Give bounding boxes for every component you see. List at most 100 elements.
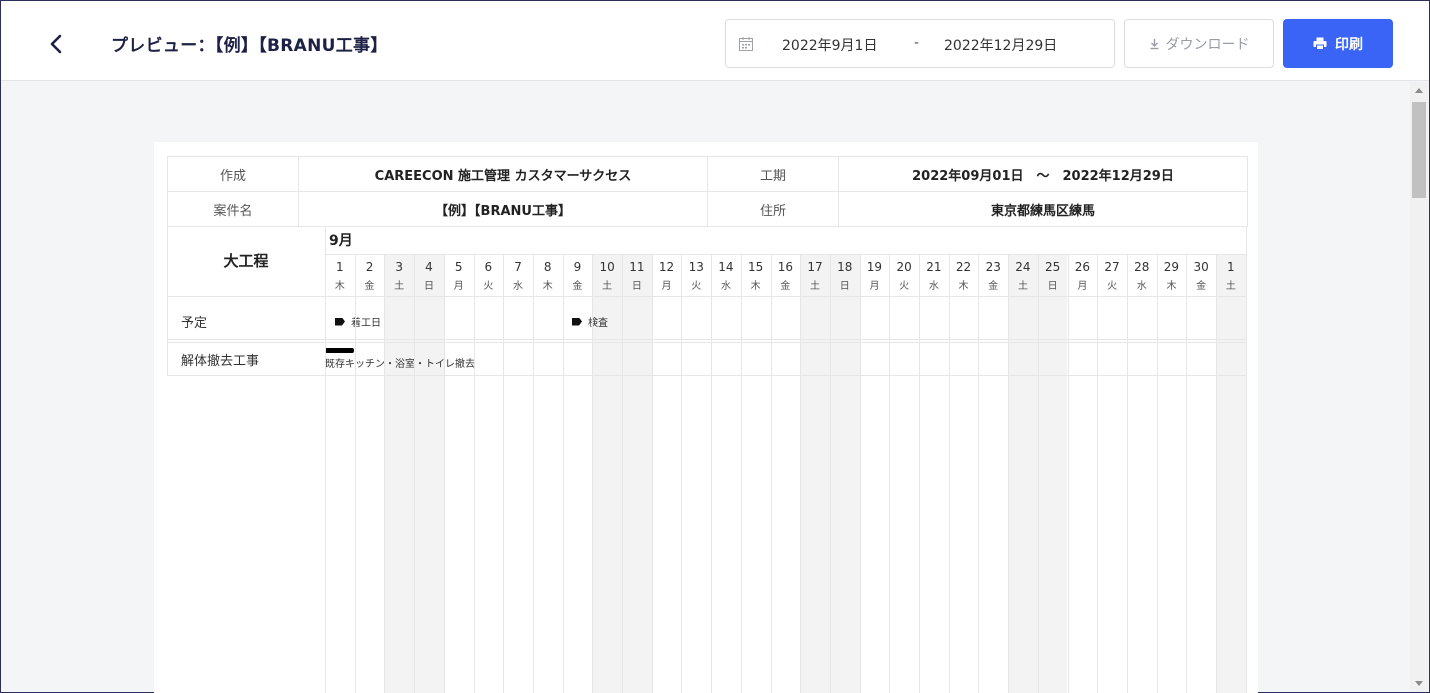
task-bar-label: 既存キッチン・浴室・トイレ撤去 bbox=[325, 359, 475, 370]
day-column-line bbox=[770, 254, 772, 693]
big-process-header: 大工程 bbox=[223, 252, 269, 270]
date-to-input[interactable]: 2022年12月29日 bbox=[944, 35, 1057, 55]
grid-line bbox=[167, 342, 1247, 343]
day-column-line bbox=[859, 254, 861, 693]
day-number: 7 bbox=[514, 260, 522, 274]
download-button[interactable]: ダウンロード bbox=[1124, 19, 1274, 68]
preview-paper: 作成 CAREECON 施工管理 カスタマーサクセス 工期 2022年09月01… bbox=[154, 142, 1258, 693]
day-of-week: 金 bbox=[1196, 281, 1207, 292]
day-number: 5 bbox=[454, 260, 463, 274]
milestone-inspection-label: 検査 bbox=[588, 318, 608, 329]
day-of-week: 水 bbox=[720, 281, 731, 292]
day-number: 26 bbox=[1074, 260, 1090, 274]
calendar-icon bbox=[739, 37, 753, 51]
day-column-line bbox=[681, 254, 683, 693]
print-button[interactable]: 印刷 bbox=[1283, 19, 1393, 68]
creator-value: CAREECON 施工管理 カスタマーサクセス bbox=[298, 156, 708, 192]
scroll-up-arrow-icon[interactable] bbox=[1415, 88, 1423, 93]
day-number: 1 bbox=[1227, 260, 1235, 274]
day-column-line bbox=[1186, 254, 1188, 693]
day-column-line bbox=[473, 254, 475, 693]
day-number: 16 bbox=[777, 260, 793, 274]
creator-label: 作成 bbox=[167, 156, 299, 192]
day-column-line bbox=[1008, 254, 1010, 693]
day-of-week: 火 bbox=[691, 281, 702, 292]
day-of-week: 水 bbox=[1136, 281, 1147, 292]
grid-line bbox=[325, 254, 1247, 255]
day-number: 3 bbox=[395, 260, 404, 274]
grid-line bbox=[167, 339, 1247, 340]
day-number: 22 bbox=[955, 260, 972, 274]
day-column-line bbox=[800, 254, 802, 693]
printer-icon bbox=[1313, 37, 1327, 50]
grid-line bbox=[167, 375, 1247, 376]
date-from-input[interactable]: 2022年9月1日 bbox=[782, 35, 877, 55]
day-number: 15 bbox=[748, 260, 764, 274]
day-number: 9 bbox=[573, 260, 582, 274]
day-of-week: 金 bbox=[780, 281, 791, 292]
download-label: ダウンロード bbox=[1165, 36, 1250, 53]
day-column-line bbox=[711, 254, 713, 693]
weekend-column bbox=[1037, 254, 1068, 693]
scrollbar-thumb[interactable] bbox=[1412, 102, 1426, 198]
task-bar[interactable] bbox=[325, 348, 354, 353]
day-column-line bbox=[443, 254, 445, 693]
day-column-line bbox=[354, 254, 356, 693]
day-of-week: 月 bbox=[1077, 281, 1088, 292]
vertical-scrollbar[interactable] bbox=[1410, 82, 1428, 692]
project-info-table: 作成 CAREECON 施工管理 カスタマーサクセス 工期 2022年09月01… bbox=[167, 156, 1248, 227]
day-number: 23 bbox=[985, 260, 1001, 274]
weekend-column bbox=[1008, 254, 1038, 693]
day-column-line bbox=[1097, 254, 1099, 693]
day-number: 19 bbox=[866, 260, 883, 274]
day-column-line bbox=[1245, 254, 1247, 693]
day-column-line bbox=[829, 254, 831, 693]
flag-icon bbox=[335, 317, 345, 326]
day-column-line bbox=[503, 254, 505, 693]
scroll-down-arrow-icon[interactable] bbox=[1415, 681, 1423, 686]
day-column-line bbox=[532, 254, 534, 693]
day-number: 1 bbox=[336, 260, 344, 274]
day-number: 13 bbox=[688, 260, 704, 274]
day-number: 12 bbox=[658, 260, 675, 274]
day-of-week: 木 bbox=[542, 281, 553, 292]
period-value: 2022年09月01日 ～ 2022年12月29日 bbox=[838, 156, 1248, 192]
weekend-column bbox=[414, 254, 444, 693]
milestone-start: 着工日 bbox=[335, 314, 381, 329]
day-of-week: 日 bbox=[839, 281, 850, 292]
day-of-week: 土 bbox=[1225, 281, 1236, 292]
day-number: 29 bbox=[1163, 260, 1180, 274]
task-row-label: 解体撤去工事 bbox=[181, 354, 260, 369]
grid-line bbox=[167, 296, 1247, 297]
day-number: 8 bbox=[543, 260, 552, 274]
period-label: 工期 bbox=[707, 156, 839, 192]
weekend-column bbox=[829, 254, 860, 693]
day-number: 20 bbox=[896, 260, 912, 274]
header-bar: プレビュー：【例】【BRANU工事】 2022年9月1日 - 2022年12月2… bbox=[1, 1, 1429, 81]
day-column-line bbox=[740, 254, 742, 693]
day-of-week: 木 bbox=[334, 281, 345, 292]
weekend-column bbox=[384, 254, 415, 693]
month-label: 9月 bbox=[329, 233, 353, 249]
day-column-line bbox=[1037, 254, 1039, 693]
day-of-week: 日 bbox=[1047, 281, 1058, 292]
date-separator: - bbox=[914, 35, 920, 51]
day-number: 4 bbox=[425, 260, 433, 274]
day-number: 17 bbox=[807, 260, 823, 274]
print-label: 印刷 bbox=[1335, 36, 1363, 53]
day-number: 6 bbox=[484, 260, 493, 274]
day-of-week: 木 bbox=[958, 281, 969, 292]
day-of-week: 日 bbox=[631, 281, 642, 292]
day-number: 28 bbox=[1134, 260, 1150, 274]
day-of-week: 木 bbox=[750, 281, 761, 292]
grid-line bbox=[325, 226, 326, 693]
day-number: 21 bbox=[926, 260, 942, 274]
day-number: 25 bbox=[1045, 260, 1061, 274]
date-range-picker[interactable]: 2022年9月1日 - 2022年12月29日 bbox=[725, 19, 1115, 68]
day-of-week: 月 bbox=[869, 281, 880, 292]
case-name-value: 【例】【BRANU工事】 bbox=[298, 191, 708, 227]
day-of-week: 金 bbox=[572, 281, 583, 292]
day-number: 10 bbox=[599, 260, 615, 274]
day-of-week: 火 bbox=[899, 281, 910, 292]
back-button[interactable] bbox=[39, 27, 73, 61]
